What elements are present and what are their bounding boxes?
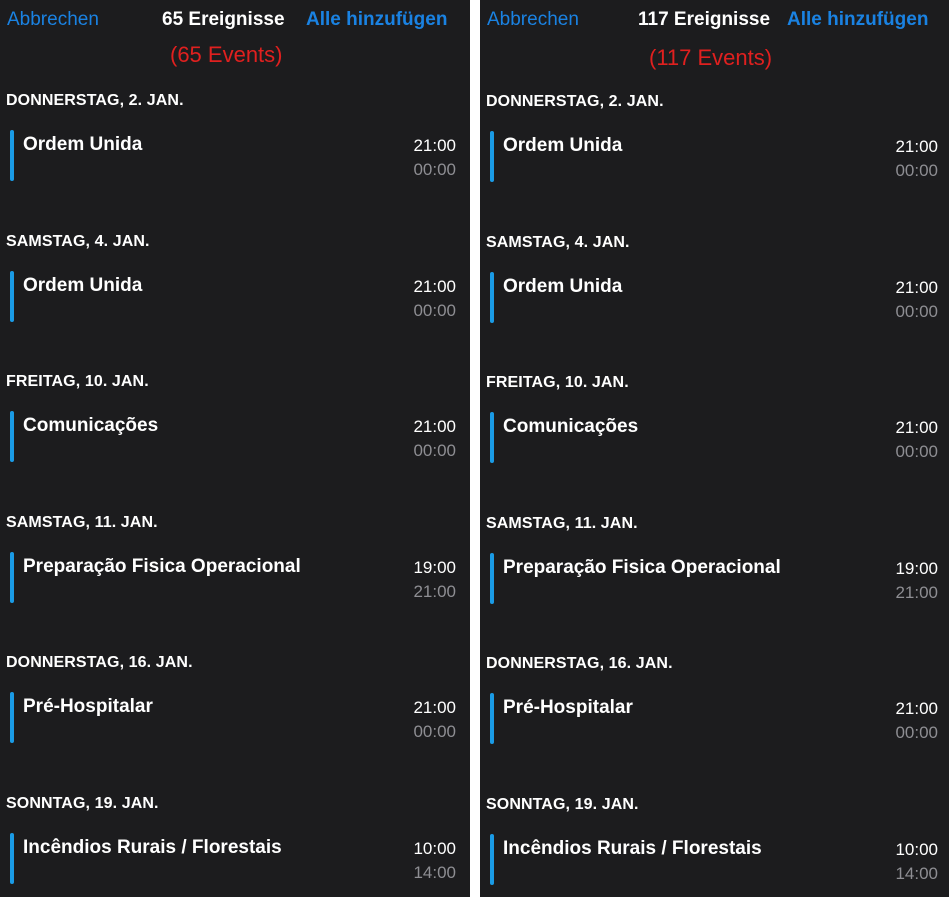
event-row[interactable]: Incêndios Rurais / Florestais 10:00 14:0… xyxy=(480,832,949,888)
event-row[interactable]: Ordem Unida 21:00 00:00 xyxy=(480,129,949,185)
event-start-time: 21:00 xyxy=(413,417,456,436)
event-start-time: 21:00 xyxy=(895,699,938,718)
event-title: Pré-Hospitalar xyxy=(503,697,633,718)
calendar-color-bar xyxy=(10,270,14,322)
event-row[interactable]: Pré-Hospitalar 21:00 00:00 xyxy=(480,691,949,747)
date-section: FREITAG, 10. JAN. Comunicações 21:00 00:… xyxy=(480,366,949,507)
event-row[interactable]: Comunicações 21:00 00:00 xyxy=(480,410,949,466)
event-row[interactable]: Ordem Unida 21:00 00:00 xyxy=(480,270,949,326)
calendar-color-bar xyxy=(10,130,14,181)
date-header: SONNTAG, 19. JAN. xyxy=(6,794,159,812)
date-header: DONNERSTAG, 2. JAN. xyxy=(6,92,184,109)
date-header: SAMSTAG, 11. JAN. xyxy=(486,514,638,532)
event-import-panel-left: Abbrechen 65 Ereignisse Alle hinzufügen … xyxy=(0,0,470,897)
event-count-title: 117 Ereignisse xyxy=(638,9,771,30)
event-end-time: 21:00 xyxy=(413,581,456,601)
event-row[interactable]: Preparação Fisica Operacional 19:00 21:0… xyxy=(480,551,949,607)
add-all-button[interactable]: Alle hinzufügen xyxy=(306,9,447,31)
navigation-bar: Abbrechen 65 Ereignisse Alle hinzufügen xyxy=(0,0,470,42)
event-count-annotation: (65 Events) xyxy=(170,42,283,67)
date-header: DONNERSTAG, 2. JAN. xyxy=(486,93,664,110)
date-header: SAMSTAG, 11. JAN. xyxy=(6,513,158,531)
date-section: DONNERSTAG, 2. JAN. Ordem Unida 21:00 00… xyxy=(480,85,949,226)
event-row[interactable]: Ordem Unida 21:00 00:00 xyxy=(0,269,470,325)
event-start-time: 10:00 xyxy=(413,838,456,858)
event-end-time: 14:00 xyxy=(895,863,938,883)
date-section: DONNERSTAG, 16. JAN. Pré-Hospitalar 21:0… xyxy=(480,647,949,788)
event-end-time: 00:00 xyxy=(895,442,938,461)
event-list: DONNERSTAG, 2. JAN. Ordem Unida 21:00 00… xyxy=(0,84,470,897)
date-section: SAMSTAG, 4. JAN. Ordem Unida 21:00 00:00 xyxy=(0,225,470,366)
event-title: Ordem Unida xyxy=(23,134,143,155)
event-start-time: 21:00 xyxy=(895,137,938,156)
event-start-time: 21:00 xyxy=(895,277,938,297)
event-title: Incêndios Rurais / Florestais xyxy=(503,837,762,859)
event-start-time: 21:00 xyxy=(413,136,456,155)
event-start-time: 19:00 xyxy=(413,557,456,577)
event-title: Ordem Unida xyxy=(23,274,143,296)
date-section: DONNERSTAG, 16. JAN. Pré-Hospitalar 21:0… xyxy=(0,646,470,787)
cancel-button[interactable]: Abbrechen xyxy=(487,9,579,31)
event-list: DONNERSTAG, 2. JAN. Ordem Unida 21:00 00… xyxy=(480,85,949,897)
event-count-title: 65 Ereignisse xyxy=(162,9,285,30)
date-section: SONNTAG, 19. JAN. Incêndios Rurais / Flo… xyxy=(0,787,470,897)
calendar-color-bar xyxy=(490,271,494,323)
calendar-color-bar xyxy=(490,693,494,744)
event-row[interactable]: Comunicações 21:00 00:00 xyxy=(0,409,470,465)
date-section: DONNERSTAG, 2. JAN. Ordem Unida 21:00 00… xyxy=(0,84,470,225)
event-end-time: 00:00 xyxy=(413,441,456,460)
panel-divider xyxy=(470,0,480,897)
date-header: DONNERSTAG, 16. JAN. xyxy=(6,654,193,671)
calendar-color-bar xyxy=(10,551,14,603)
date-section: FREITAG, 10. JAN. Comunicações 21:00 00:… xyxy=(0,365,470,506)
event-start-time: 19:00 xyxy=(895,558,938,578)
event-end-time: 00:00 xyxy=(413,160,456,179)
date-header: SAMSTAG, 4. JAN. xyxy=(486,233,630,251)
calendar-color-bar xyxy=(490,131,494,182)
event-start-time: 21:00 xyxy=(413,698,456,717)
event-row[interactable]: Incêndios Rurais / Florestais 10:00 14:0… xyxy=(0,831,470,887)
event-row[interactable]: Pré-Hospitalar 21:00 00:00 xyxy=(0,690,470,746)
date-section: SAMSTAG, 4. JAN. Ordem Unida 21:00 00:00 xyxy=(480,226,949,367)
add-all-button[interactable]: Alle hinzufügen xyxy=(787,9,928,31)
date-header: FREITAG, 10. JAN. xyxy=(6,373,149,390)
event-row[interactable]: Ordem Unida 21:00 00:00 xyxy=(0,128,470,184)
event-title: Comunicações xyxy=(503,416,639,437)
calendar-color-bar xyxy=(10,692,14,743)
event-title: Preparação Fisica Operacional xyxy=(503,556,781,578)
event-start-time: 21:00 xyxy=(413,276,456,296)
date-section: SONNTAG, 19. JAN. Incêndios Rurais / Flo… xyxy=(480,788,949,897)
event-end-time: 00:00 xyxy=(895,723,938,742)
event-import-panel-right: Abbrechen 117 Ereignisse Alle hinzufügen… xyxy=(480,0,949,897)
event-start-time: 10:00 xyxy=(895,839,938,859)
event-row[interactable]: Preparação Fisica Operacional 19:00 21:0… xyxy=(0,550,470,606)
date-section: SAMSTAG, 11. JAN. Preparação Fisica Oper… xyxy=(480,507,949,648)
event-count-annotation: (117 Events) xyxy=(649,45,773,70)
event-title: Preparação Fisica Operacional xyxy=(23,555,301,577)
date-header: SAMSTAG, 4. JAN. xyxy=(6,232,150,250)
event-title: Incêndios Rurais / Florestais xyxy=(23,836,282,858)
event-end-time: 00:00 xyxy=(413,300,456,320)
event-start-time: 21:00 xyxy=(895,418,938,437)
date-header: FREITAG, 10. JAN. xyxy=(486,374,629,391)
event-end-time: 00:00 xyxy=(895,161,938,180)
event-title: Ordem Unida xyxy=(503,135,623,156)
calendar-color-bar xyxy=(490,833,494,885)
event-end-time: 00:00 xyxy=(895,301,938,321)
event-title: Pré-Hospitalar xyxy=(23,696,153,717)
cancel-button[interactable]: Abbrechen xyxy=(7,9,99,31)
date-header: DONNERSTAG, 16. JAN. xyxy=(486,655,673,672)
date-header: SONNTAG, 19. JAN. xyxy=(486,795,639,813)
calendar-color-bar xyxy=(490,552,494,604)
calendar-color-bar xyxy=(490,412,494,463)
event-end-time: 00:00 xyxy=(413,722,456,741)
date-section: SAMSTAG, 11. JAN. Preparação Fisica Oper… xyxy=(0,506,470,647)
event-end-time: 14:00 xyxy=(413,862,456,882)
event-title: Ordem Unida xyxy=(503,275,623,297)
calendar-color-bar xyxy=(10,832,14,884)
navigation-bar: Abbrechen 117 Ereignisse Alle hinzufügen xyxy=(480,0,949,42)
event-title: Comunicações xyxy=(23,415,159,436)
calendar-color-bar xyxy=(10,411,14,462)
event-end-time: 21:00 xyxy=(895,582,938,602)
